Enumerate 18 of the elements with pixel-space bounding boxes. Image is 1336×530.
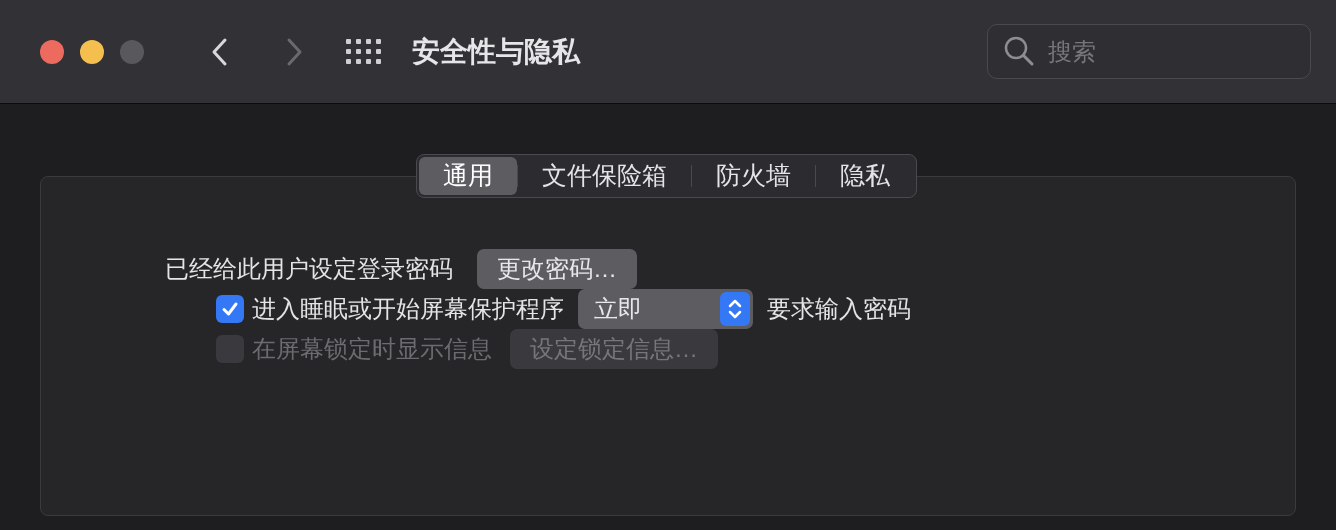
tab[interactable]: 隐私: [816, 157, 914, 195]
grid-icon[interactable]: [346, 38, 382, 65]
tab[interactable]: 通用: [419, 157, 517, 195]
suffix-label: 要求输入密码: [767, 294, 911, 324]
stepper-icon: [720, 292, 750, 326]
timing-popup[interactable]: 立即: [578, 289, 753, 329]
tab[interactable]: 文件保险箱: [518, 157, 691, 195]
minimize-button[interactable]: [80, 39, 104, 64]
option-label: 在屏幕锁定时显示信息: [252, 334, 492, 364]
search-field[interactable]: 搜索: [987, 24, 1311, 79]
tab[interactable]: 防火墙: [692, 157, 815, 195]
checkbox[interactable]: [216, 295, 244, 323]
close-button[interactable]: [40, 39, 64, 64]
option-label: 进入睡眠或开始屏幕保护程序: [252, 294, 564, 324]
password-label: 已经给此用户设定登录密码: [165, 254, 453, 284]
change-password-button[interactable]: 更改密码…: [477, 249, 637, 289]
search-icon: [1003, 35, 1035, 67]
window-title: 安全性与隐私: [412, 34, 580, 69]
